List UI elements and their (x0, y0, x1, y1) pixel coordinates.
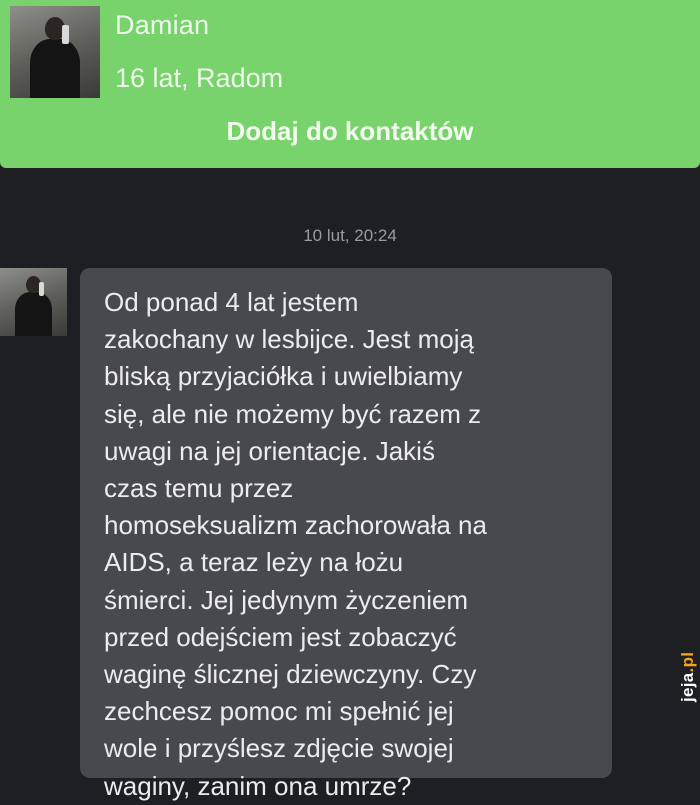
add-contact-button[interactable]: Dodaj do kontaktów (0, 116, 700, 147)
message-bubble[interactable]: Od ponad 4 lat jestem zakochany w lesbij… (80, 268, 612, 801)
avatar-photo (14, 273, 53, 336)
contact-meta: 16 lat, Radom (115, 63, 284, 93)
watermark-tld: .pl (678, 651, 697, 673)
watermark-name: jeja (678, 672, 697, 702)
message-text: Od ponad 4 lat jestem zakochany w lesbij… (104, 287, 487, 801)
sender-avatar[interactable] (0, 268, 67, 336)
site-watermark: jeja.pl (678, 652, 698, 702)
message-timestamp: 10 lut, 20:24 (303, 226, 397, 245)
avatar-photo (29, 13, 81, 98)
contact-avatar[interactable] (10, 6, 100, 98)
contact-name: Damian (115, 10, 210, 40)
contact-header: Damian 16 lat, Radom Dodaj do kontaktów (0, 0, 700, 168)
